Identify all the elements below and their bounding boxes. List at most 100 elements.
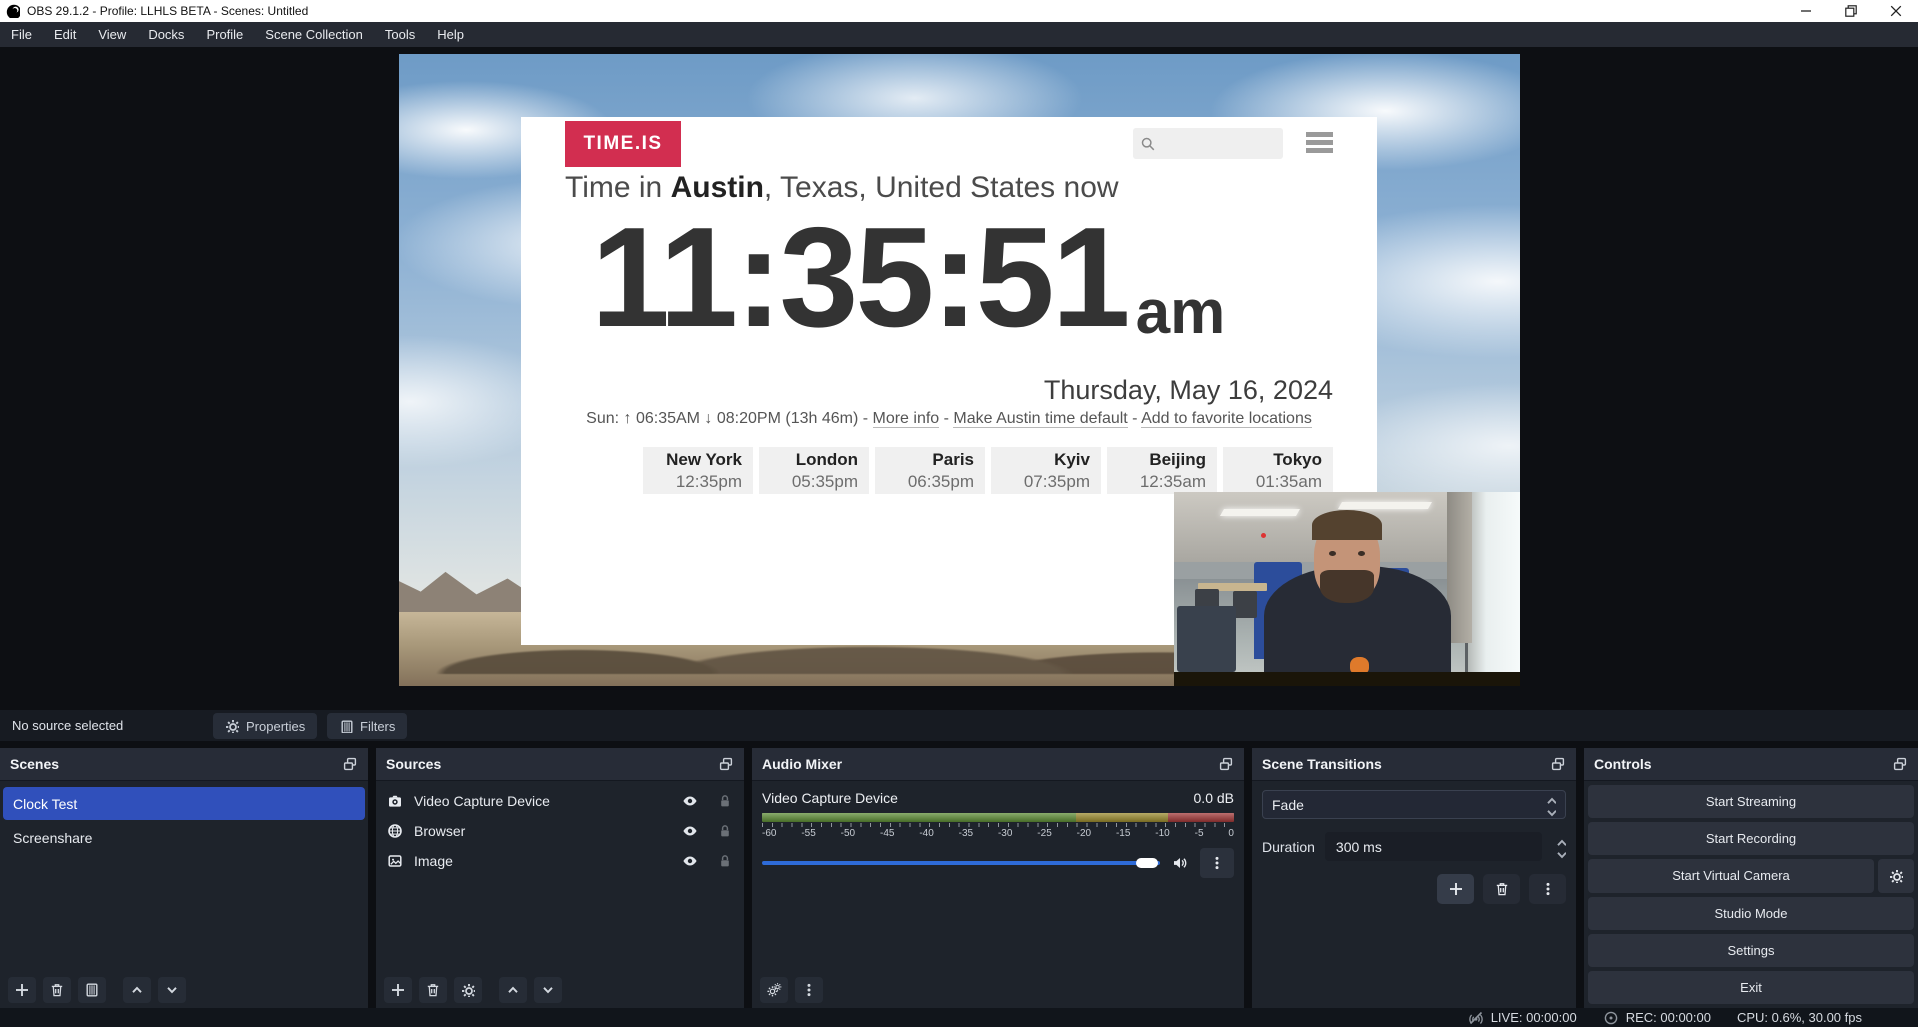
source-properties-button[interactable] (454, 977, 482, 1003)
search-input[interactable] (1133, 128, 1283, 159)
volume-slider-handle[interactable] (1136, 858, 1158, 868)
popout-icon[interactable] (1550, 756, 1566, 772)
maximize-button[interactable] (1828, 0, 1873, 22)
city-cell[interactable]: Kyiv07:35pm (991, 447, 1101, 494)
city-cell[interactable]: Paris06:35pm (875, 447, 985, 494)
menu-view[interactable]: View (87, 22, 137, 47)
sources-panel-title: Sources (386, 756, 441, 772)
add-favorite-link[interactable]: Add to favorite locations (1141, 410, 1312, 428)
city-cell[interactable]: London05:35pm (759, 447, 869, 494)
sources-list: Video Capture Device Browser Image (376, 781, 744, 976)
mixer-options-button[interactable] (1200, 848, 1234, 878)
start-virtual-camera-button[interactable]: Start Virtual Camera (1588, 859, 1874, 892)
popout-icon[interactable] (1218, 756, 1234, 772)
live-status: LIVE: 00:00:00 (1468, 1010, 1577, 1026)
duration-label: Duration (1262, 839, 1315, 855)
scene-item-clock-test[interactable]: Clock Test (3, 787, 365, 820)
globe-icon (387, 823, 403, 839)
popout-icon[interactable] (342, 756, 358, 772)
clock-display: 11:35:51 am (591, 213, 1225, 344)
popout-icon[interactable] (1892, 756, 1908, 772)
timeis-logo[interactable]: TIME.IS (565, 121, 681, 167)
start-recording-button[interactable]: Start Recording (1588, 822, 1914, 855)
duration-input[interactable]: 300 ms (1325, 832, 1542, 861)
city-cell[interactable]: Tokyo01:35am (1223, 447, 1333, 494)
city-cell[interactable]: New York12:35pm (643, 447, 753, 494)
menu-bar: File Edit View Docks Profile Scene Colle… (0, 22, 1918, 47)
sources-panel: Sources Video Capture Device Browser Ima… (376, 748, 744, 1008)
mixer-menu-button[interactable] (795, 977, 823, 1003)
exit-button[interactable]: Exit (1588, 971, 1914, 1004)
current-time: 11:35:51 (591, 213, 1128, 344)
menu-help[interactable]: Help (426, 22, 475, 47)
close-button[interactable] (1873, 0, 1918, 22)
lock-icon[interactable] (717, 793, 733, 809)
mixer-channel-name: Video Capture Device (762, 790, 898, 806)
add-scene-button[interactable] (8, 977, 36, 1003)
webcam-bottom-strip (1174, 672, 1520, 686)
make-default-link[interactable]: Make Austin time default (953, 410, 1127, 428)
properties-button[interactable]: Properties (213, 713, 317, 739)
stream-offline-icon (1468, 1010, 1484, 1026)
volume-slider[interactable] (762, 861, 1160, 865)
move-scene-up-button[interactable] (123, 977, 151, 1003)
person-head (1314, 517, 1380, 600)
controls-panel-title: Controls (1594, 756, 1652, 772)
more-info-link[interactable]: More info (873, 410, 940, 428)
volume-meter (762, 813, 1234, 822)
source-item-image[interactable]: Image (376, 846, 744, 876)
studio-mode-button[interactable]: Studio Mode (1588, 897, 1914, 930)
minimize-button[interactable] (1783, 0, 1828, 22)
menu-scene-collection[interactable]: Scene Collection (254, 22, 374, 47)
meter-tick-label: -45 (880, 828, 894, 839)
menu-edit[interactable]: Edit (43, 22, 87, 47)
virtual-camera-config-button[interactable] (1878, 859, 1914, 892)
person-beard (1320, 570, 1374, 603)
red-light (1261, 533, 1266, 538)
speaker-icon[interactable] (1172, 855, 1188, 871)
menu-tools[interactable]: Tools (374, 22, 426, 47)
source-toolbar: No source selected Properties Filters (0, 710, 1918, 741)
window-titlebar: OBS 29.1.2 - Profile: LLHLS BETA - Scene… (0, 0, 1918, 22)
move-source-down-button[interactable] (534, 977, 562, 1003)
meter-tick-label: -35 (959, 828, 973, 839)
controls-panel: Controls Start Streaming Start Recording… (1584, 748, 1918, 1008)
mixer-toolbar (752, 976, 1244, 1008)
start-streaming-button[interactable]: Start Streaming (1588, 785, 1914, 818)
menu-docks[interactable]: Docks (137, 22, 195, 47)
spin-up-icon[interactable] (1554, 835, 1566, 847)
visibility-eye-icon[interactable] (682, 823, 698, 839)
hamburger-menu-icon[interactable] (1306, 132, 1333, 153)
add-source-button[interactable] (384, 977, 412, 1003)
transition-options-button[interactable] (1529, 874, 1566, 904)
move-scene-down-button[interactable] (158, 977, 186, 1003)
menu-profile[interactable]: Profile (195, 22, 254, 47)
spin-down-icon[interactable] (1554, 847, 1566, 859)
advanced-audio-button[interactable] (760, 977, 788, 1003)
source-item-browser[interactable]: Browser (376, 816, 744, 846)
menu-file[interactable]: File (0, 22, 43, 47)
transition-select[interactable]: Fade (1262, 790, 1566, 819)
source-item-video-capture[interactable]: Video Capture Device (376, 786, 744, 816)
search-icon (1140, 136, 1156, 152)
rec-status: REC: 00:00:00 (1603, 1010, 1711, 1026)
person-hair (1312, 510, 1382, 540)
add-transition-button[interactable] (1437, 874, 1474, 904)
city-cell[interactable]: Beijing12:35am (1107, 447, 1217, 494)
lock-icon[interactable] (717, 853, 733, 869)
duration-spinner[interactable] (1554, 835, 1566, 859)
scene-filters-button[interactable] (78, 977, 106, 1003)
settings-button[interactable]: Settings (1588, 934, 1914, 967)
scene-transitions-title: Scene Transitions (1262, 756, 1382, 772)
lock-icon[interactable] (717, 823, 733, 839)
scene-preview[interactable]: TIME.IS Time in Austin, Texas, United St… (399, 54, 1520, 686)
filters-button[interactable]: Filters (327, 713, 407, 739)
visibility-eye-icon[interactable] (682, 853, 698, 869)
visibility-eye-icon[interactable] (682, 793, 698, 809)
scene-item-screenshare[interactable]: Screenshare (3, 821, 365, 854)
remove-transition-button[interactable] (1483, 874, 1520, 904)
remove-scene-button[interactable] (43, 977, 71, 1003)
move-source-up-button[interactable] (499, 977, 527, 1003)
remove-source-button[interactable] (419, 977, 447, 1003)
popout-icon[interactable] (718, 756, 734, 772)
